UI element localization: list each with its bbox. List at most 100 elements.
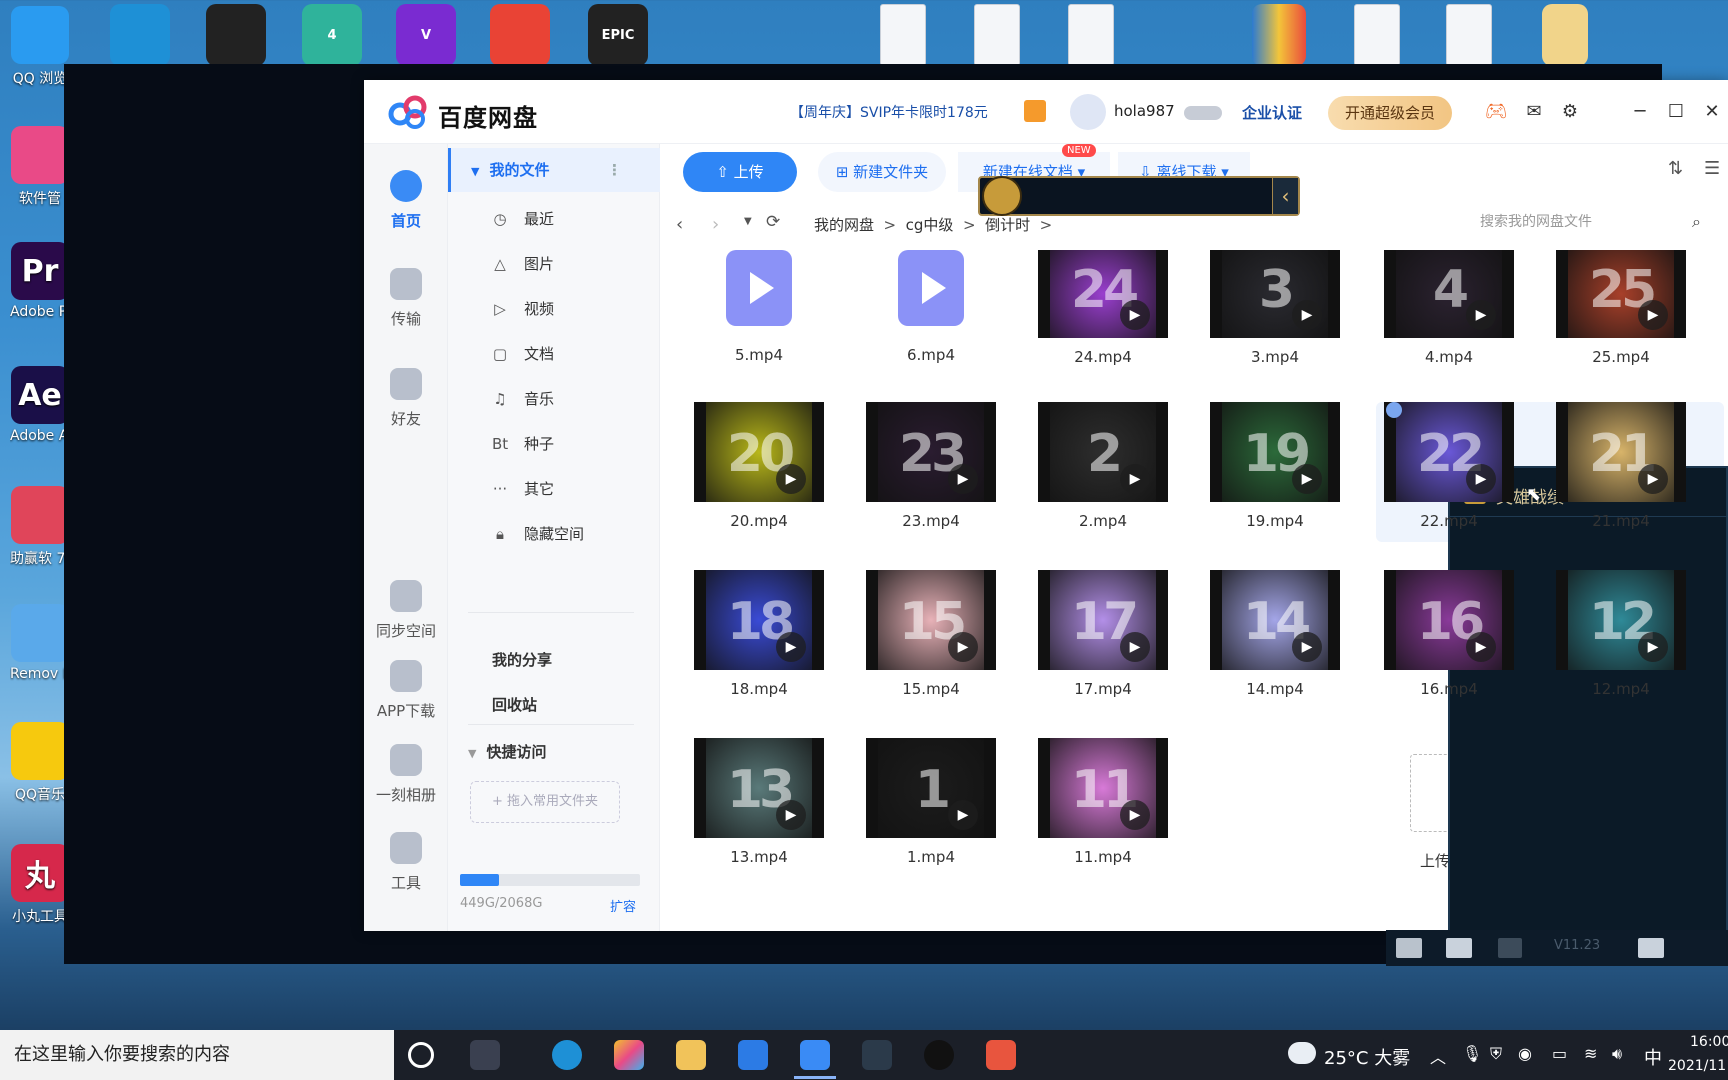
weather-text[interactable]: 25°C 大雾 [1324, 1044, 1410, 1070]
nav-item-app-download[interactable]: APP下载 [364, 660, 448, 721]
nav-item-friends[interactable]: 好友 [364, 368, 448, 429]
sidebar-item-image[interactable]: △ 图片 [448, 242, 660, 286]
play-icon[interactable]: ▶ [1120, 300, 1150, 330]
settings-icon[interactable] [1638, 938, 1664, 958]
chrome-icon[interactable] [490, 4, 550, 66]
play-icon[interactable]: ▶ [1120, 632, 1150, 662]
sidebar-item-lock[interactable]: 🔒︎ 隐藏空间 [448, 512, 660, 556]
qq-tray-icon[interactable]: ◉ [1518, 1044, 1532, 1063]
play-icon[interactable]: ▶ [1466, 464, 1496, 494]
sidebar-my-share[interactable]: 我的分享 [448, 638, 660, 682]
file-item[interactable]: 21 ▶ 21.mp4 [1556, 402, 1686, 530]
more-vertical-icon[interactable]: ⋮ [607, 148, 622, 192]
search-icon[interactable]: ⌕ [1692, 212, 1701, 232]
file-item[interactable]: 1 ▶ 1.mp4 [866, 738, 996, 866]
file-item[interactable]: 24 ▶ 24.mp4 [1038, 250, 1168, 366]
folder-icon[interactable] [1542, 4, 1588, 66]
task-view-icon[interactable] [470, 1040, 500, 1070]
file-item[interactable]: 5.mp4 [694, 250, 824, 364]
camera-icon[interactable] [1498, 938, 1522, 958]
refresh-icon[interactable]: ⟳ [766, 212, 780, 232]
file-item[interactable]: 15 ▶ 15.mp4 [866, 570, 996, 698]
nav-item-transfer[interactable]: 传输 [364, 268, 448, 329]
winrar-archive-icon[interactable] [1252, 4, 1306, 66]
cortana-icon[interactable] [408, 1042, 434, 1068]
nav-item-home-cloud[interactable]: 首页 [364, 170, 448, 231]
edge-taskbar-icon[interactable] [552, 1040, 582, 1070]
close-icon[interactable]: ✕ [1698, 98, 1726, 126]
file-item[interactable]: 11 ▶ 11.mp4 [1038, 738, 1168, 866]
edge-icon[interactable] [110, 4, 170, 66]
list-view-icon[interactable]: ☰ [1704, 158, 1720, 179]
gift-icon[interactable] [1024, 100, 1046, 122]
play-icon[interactable]: ▶ [1120, 464, 1150, 494]
sidebar-item-clock[interactable]: ◷ 最近 [448, 197, 660, 241]
search-input[interactable]: 搜索我的网盘文件 [1480, 204, 1690, 240]
nav-item-album[interactable]: 一刻相册 [364, 744, 448, 805]
play-icon[interactable]: ▶ [1466, 632, 1496, 662]
forward-icon[interactable]: › [712, 214, 719, 235]
document-file-icon[interactable] [1354, 4, 1400, 66]
volume-icon[interactable]: 🔊︎ [1612, 1044, 1622, 1064]
ime-indicator[interactable]: 中 [1644, 1044, 1662, 1070]
upload-button[interactable]: ⇧ 上传 [683, 152, 797, 192]
play-icon[interactable]: ▶ [1638, 300, 1668, 330]
play-icon[interactable]: ▶ [948, 800, 978, 830]
breadcrumb-item[interactable]: 我的网盘 [814, 216, 874, 234]
file-item[interactable]: 18 ▶ 18.mp4 [694, 570, 824, 698]
office-icon[interactable] [986, 1040, 1016, 1070]
qq-icon[interactable] [206, 4, 266, 66]
sidebar-item-bt[interactable]: Bt 种子 [448, 422, 660, 466]
taskbar-search[interactable]: 在这里输入你要搜索的内容 [0, 1030, 394, 1080]
word-doc-icon[interactable] [1446, 4, 1492, 66]
sidebar-my-files[interactable]: ▼ 我的文件 ⋮ [448, 148, 660, 192]
promo-link[interactable]: 【周年庆】SVIP年卡限时178元 [790, 102, 988, 122]
play-icon[interactable]: ▶ [1120, 800, 1150, 830]
microphone-icon[interactable]: 🎙︎ [1462, 1044, 1482, 1063]
avatar[interactable] [1070, 94, 1106, 130]
chat-icon[interactable] [1396, 938, 1422, 958]
play-icon[interactable]: ▶ [776, 464, 806, 494]
sidebar-item-document[interactable]: ▢ 文档 [448, 332, 660, 376]
maximize-icon[interactable]: ☐ [1662, 98, 1690, 126]
sidebar-item-more[interactable]: ··· 其它 [448, 467, 660, 511]
game-controller-icon[interactable]: 🎮︎ [1482, 98, 1510, 126]
play-icon[interactable]: ▶ [776, 800, 806, 830]
app-store-icon[interactable] [614, 1040, 644, 1070]
file-item[interactable]: 16 ▶ 16.mp4 [1384, 570, 1514, 698]
clock-date[interactable]: 2021/11 [1668, 1058, 1726, 1074]
nav-item-sync-space[interactable]: 同步空间 [364, 580, 448, 641]
file-item[interactable]: 6.mp4 [866, 250, 996, 364]
nav-item-tools[interactable]: 工具 [364, 832, 448, 893]
file-item[interactable]: 4 ▶ 4.mp4 [1384, 250, 1514, 366]
enterprise-auth-link[interactable]: 企业认证 [1242, 102, 1302, 123]
file-item[interactable]: 22 ▶ 22.mp4 [1384, 402, 1514, 530]
play-icon[interactable]: ▶ [776, 632, 806, 662]
word-doc-icon[interactable] [880, 4, 926, 66]
file-item[interactable]: 25 ▶ 25.mp4 [1556, 250, 1686, 366]
sort-icon[interactable]: ⇅ [1668, 158, 1683, 179]
wifi-icon[interactable]: ≋ [1584, 1044, 1597, 1063]
play-icon[interactable]: ▶ [1292, 464, 1322, 494]
settings-icon[interactable]: ⚙ [1556, 98, 1584, 126]
battery-icon[interactable]: ▭ [1552, 1044, 1567, 1063]
vip-button[interactable]: 开通超级会员 [1328, 96, 1452, 130]
ms-store-icon[interactable] [738, 1040, 768, 1070]
epic-games-icon[interactable]: EPIC [588, 4, 648, 66]
file-item[interactable]: 19 ▶ 19.mp4 [1210, 402, 1340, 530]
baidu-netdisk-taskbar-icon[interactable] [800, 1040, 830, 1070]
history-dropdown-icon[interactable]: ▼ [744, 216, 752, 227]
file-item[interactable]: 20 ▶ 20.mp4 [694, 402, 824, 530]
security-icon[interactable]: ⛨ [1490, 1044, 1502, 1064]
expand-storage-link[interactable]: 扩容 [610, 896, 636, 915]
play-icon[interactable]: ▶ [948, 464, 978, 494]
tray-chevron-icon[interactable]: ︿ [1430, 1044, 1446, 1068]
file-item[interactable]: 12 ▶ 12.mp4 [1556, 570, 1686, 698]
app4-icon[interactable]: 4 [302, 4, 362, 66]
username[interactable]: hola987 [1114, 102, 1175, 120]
file-explorer-icon[interactable] [676, 1040, 706, 1070]
file-item[interactable]: 17 ▶ 17.mp4 [1038, 570, 1168, 698]
file-item[interactable]: 13 ▶ 13.mp4 [694, 738, 824, 866]
play-icon[interactable]: ▶ [1638, 464, 1668, 494]
league-icon[interactable] [862, 1040, 892, 1070]
